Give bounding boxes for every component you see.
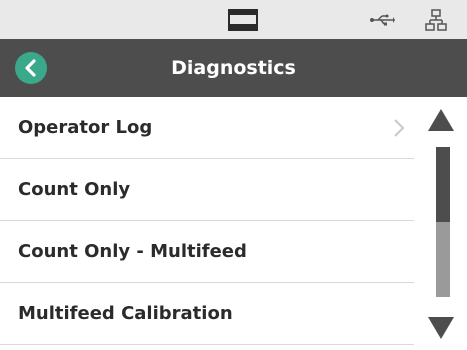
scroll-track[interactable] (436, 147, 450, 297)
scrollbar[interactable] (414, 97, 467, 350)
list-item-label: Count Only - Multifeed (18, 241, 247, 262)
list-item-label: Count Only (18, 179, 131, 200)
triangle-down-icon[interactable] (427, 315, 455, 341)
list-item-count-only-multifeed[interactable]: Count Only - Multifeed (0, 221, 414, 283)
window-icon (224, 0, 262, 39)
usb-icon (362, 0, 402, 39)
device-screen: Diagnostics Operator Log Count Only Coun… (0, 0, 467, 350)
list-item-operator-log[interactable]: Operator Log (0, 97, 414, 159)
list-item-label: Operator Log (18, 117, 153, 138)
scroll-thumb[interactable] (436, 147, 450, 222)
chevron-left-icon (25, 59, 36, 77)
list-item-label: Multifeed Calibration (18, 303, 233, 324)
back-button[interactable] (15, 52, 47, 84)
status-bar (0, 0, 467, 39)
network-icon (416, 0, 456, 39)
triangle-up-icon[interactable] (427, 107, 455, 133)
list-item-count-only[interactable]: Count Only (0, 159, 414, 221)
chevron-right-icon (394, 118, 405, 137)
diagnostics-list: Operator Log Count Only Count Only - Mul… (0, 97, 414, 350)
page-title: Diagnostics (171, 57, 296, 79)
list-item-multifeed-calibration[interactable]: Multifeed Calibration (0, 283, 414, 345)
header-bar: Diagnostics (0, 39, 467, 97)
